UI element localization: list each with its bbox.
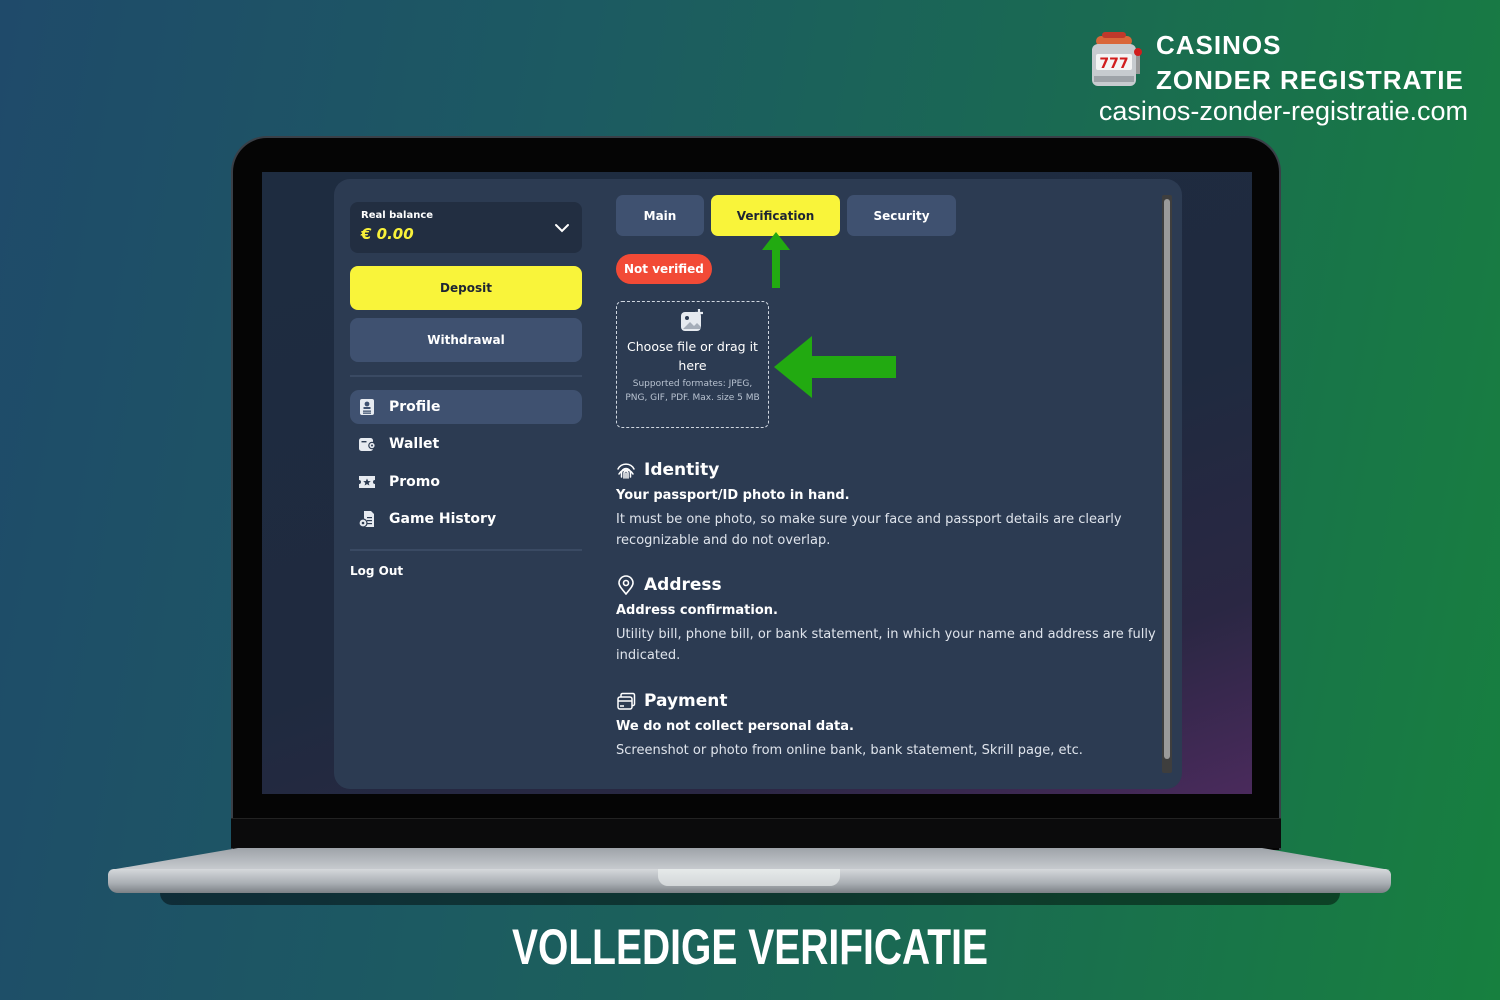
deposit-button[interactable]: Deposit: [350, 266, 582, 310]
section-title: Identity: [644, 460, 720, 480]
slot-machine-icon: 777: [1092, 32, 1142, 86]
laptop-screen: Real balance € 0.00 Deposit Withdrawal P…: [262, 172, 1252, 794]
laptop-shadow: [160, 893, 1340, 905]
fingerprint-icon: [617, 463, 635, 479]
section-subtitle: We do not collect personal data.: [616, 719, 854, 734]
section-subtitle: Address confirmation.: [616, 603, 778, 618]
brand-header: 777 CASINOS ZONDER REGISTRATIE casinos-z…: [1088, 28, 1478, 128]
sidebar-item-promo[interactable]: Promo: [350, 465, 582, 499]
upload-title: Choose file or drag it here: [627, 339, 758, 373]
account-panel: Real balance € 0.00 Deposit Withdrawal P…: [334, 179, 1182, 789]
sidebar-item-label: Profile: [389, 399, 441, 415]
status-badge: Not verified: [616, 254, 712, 284]
add-image-icon: [680, 309, 703, 331]
sidebar-item-label: Wallet: [389, 436, 440, 452]
sidebar-divider: [350, 375, 582, 377]
withdrawal-button[interactable]: Withdrawal: [350, 318, 582, 362]
tab-main[interactable]: Main: [616, 195, 704, 236]
brand-url: casinos-zonder-registratie.com: [1098, 96, 1468, 126]
location-pin-icon: [618, 575, 634, 595]
balance-value: € 0.00: [361, 225, 414, 243]
tab-security[interactable]: Security: [847, 195, 956, 236]
section-title: Payment: [644, 691, 728, 711]
annotation-arrow-left-icon: [774, 336, 896, 398]
brand-line-2: ZONDER REGISTRATIE: [1156, 65, 1464, 95]
laptop-notch: [658, 869, 840, 886]
laptop-keyboard-deck: [110, 848, 1390, 870]
scrollbar[interactable]: [1162, 195, 1172, 773]
upload-hint: Supported formates: JPEG, PNG, GIF, PDF.…: [625, 379, 760, 403]
annotation-arrow-up-icon: [762, 232, 790, 288]
sidebar-item-label: Game History: [389, 511, 497, 527]
file-upload-dropzone[interactable]: Choose file or drag it here Supported fo…: [616, 301, 769, 428]
chevron-down-icon[interactable]: [552, 218, 572, 238]
sidebar-item-profile[interactable]: Profile: [350, 390, 582, 424]
profile-icon: [360, 399, 374, 415]
laptop-hinge: [231, 818, 1281, 848]
brand-title: CASINOS ZONDER REGISTRATIE: [1156, 28, 1464, 98]
payment-section: Payment We do not collect personal data.…: [616, 689, 1156, 762]
sidebar-item-game-history[interactable]: Game History: [350, 502, 582, 536]
section-description: Utility bill, phone bill, or bank statem…: [616, 627, 1156, 663]
brand-line-1: CASINOS: [1156, 30, 1282, 60]
sidebar-divider: [350, 549, 582, 551]
section-title: Address: [644, 575, 722, 595]
logout-link[interactable]: Log Out: [350, 564, 403, 578]
wallet-icon: [359, 438, 376, 451]
section-description: It must be one photo, so make sure your …: [616, 512, 1122, 548]
caption-title: VOLLEDIGE VERIFICATIE: [512, 919, 988, 975]
svg-text:777: 777: [1099, 56, 1128, 72]
credit-card-icon: [617, 692, 636, 710]
address-section: Address Address confirmation. Utility bi…: [616, 573, 1156, 666]
section-subtitle: Your passport/ID photo in hand.: [616, 488, 850, 503]
section-description: Screenshot or photo from online bank, ba…: [616, 743, 1083, 758]
scrollbar-thumb[interactable]: [1164, 199, 1170, 759]
sidebar-item-wallet[interactable]: Wallet: [350, 427, 582, 461]
balance-dropdown[interactable]: Real balance € 0.00: [350, 202, 582, 253]
promo-ticket-icon: [359, 476, 375, 488]
game-history-icon: [358, 511, 374, 528]
sidebar-item-label: Promo: [389, 474, 440, 490]
tab-verification[interactable]: Verification: [711, 195, 840, 236]
identity-section: Identity Your passport/ID photo in hand.…: [616, 458, 1156, 551]
balance-label: Real balance: [361, 210, 434, 221]
